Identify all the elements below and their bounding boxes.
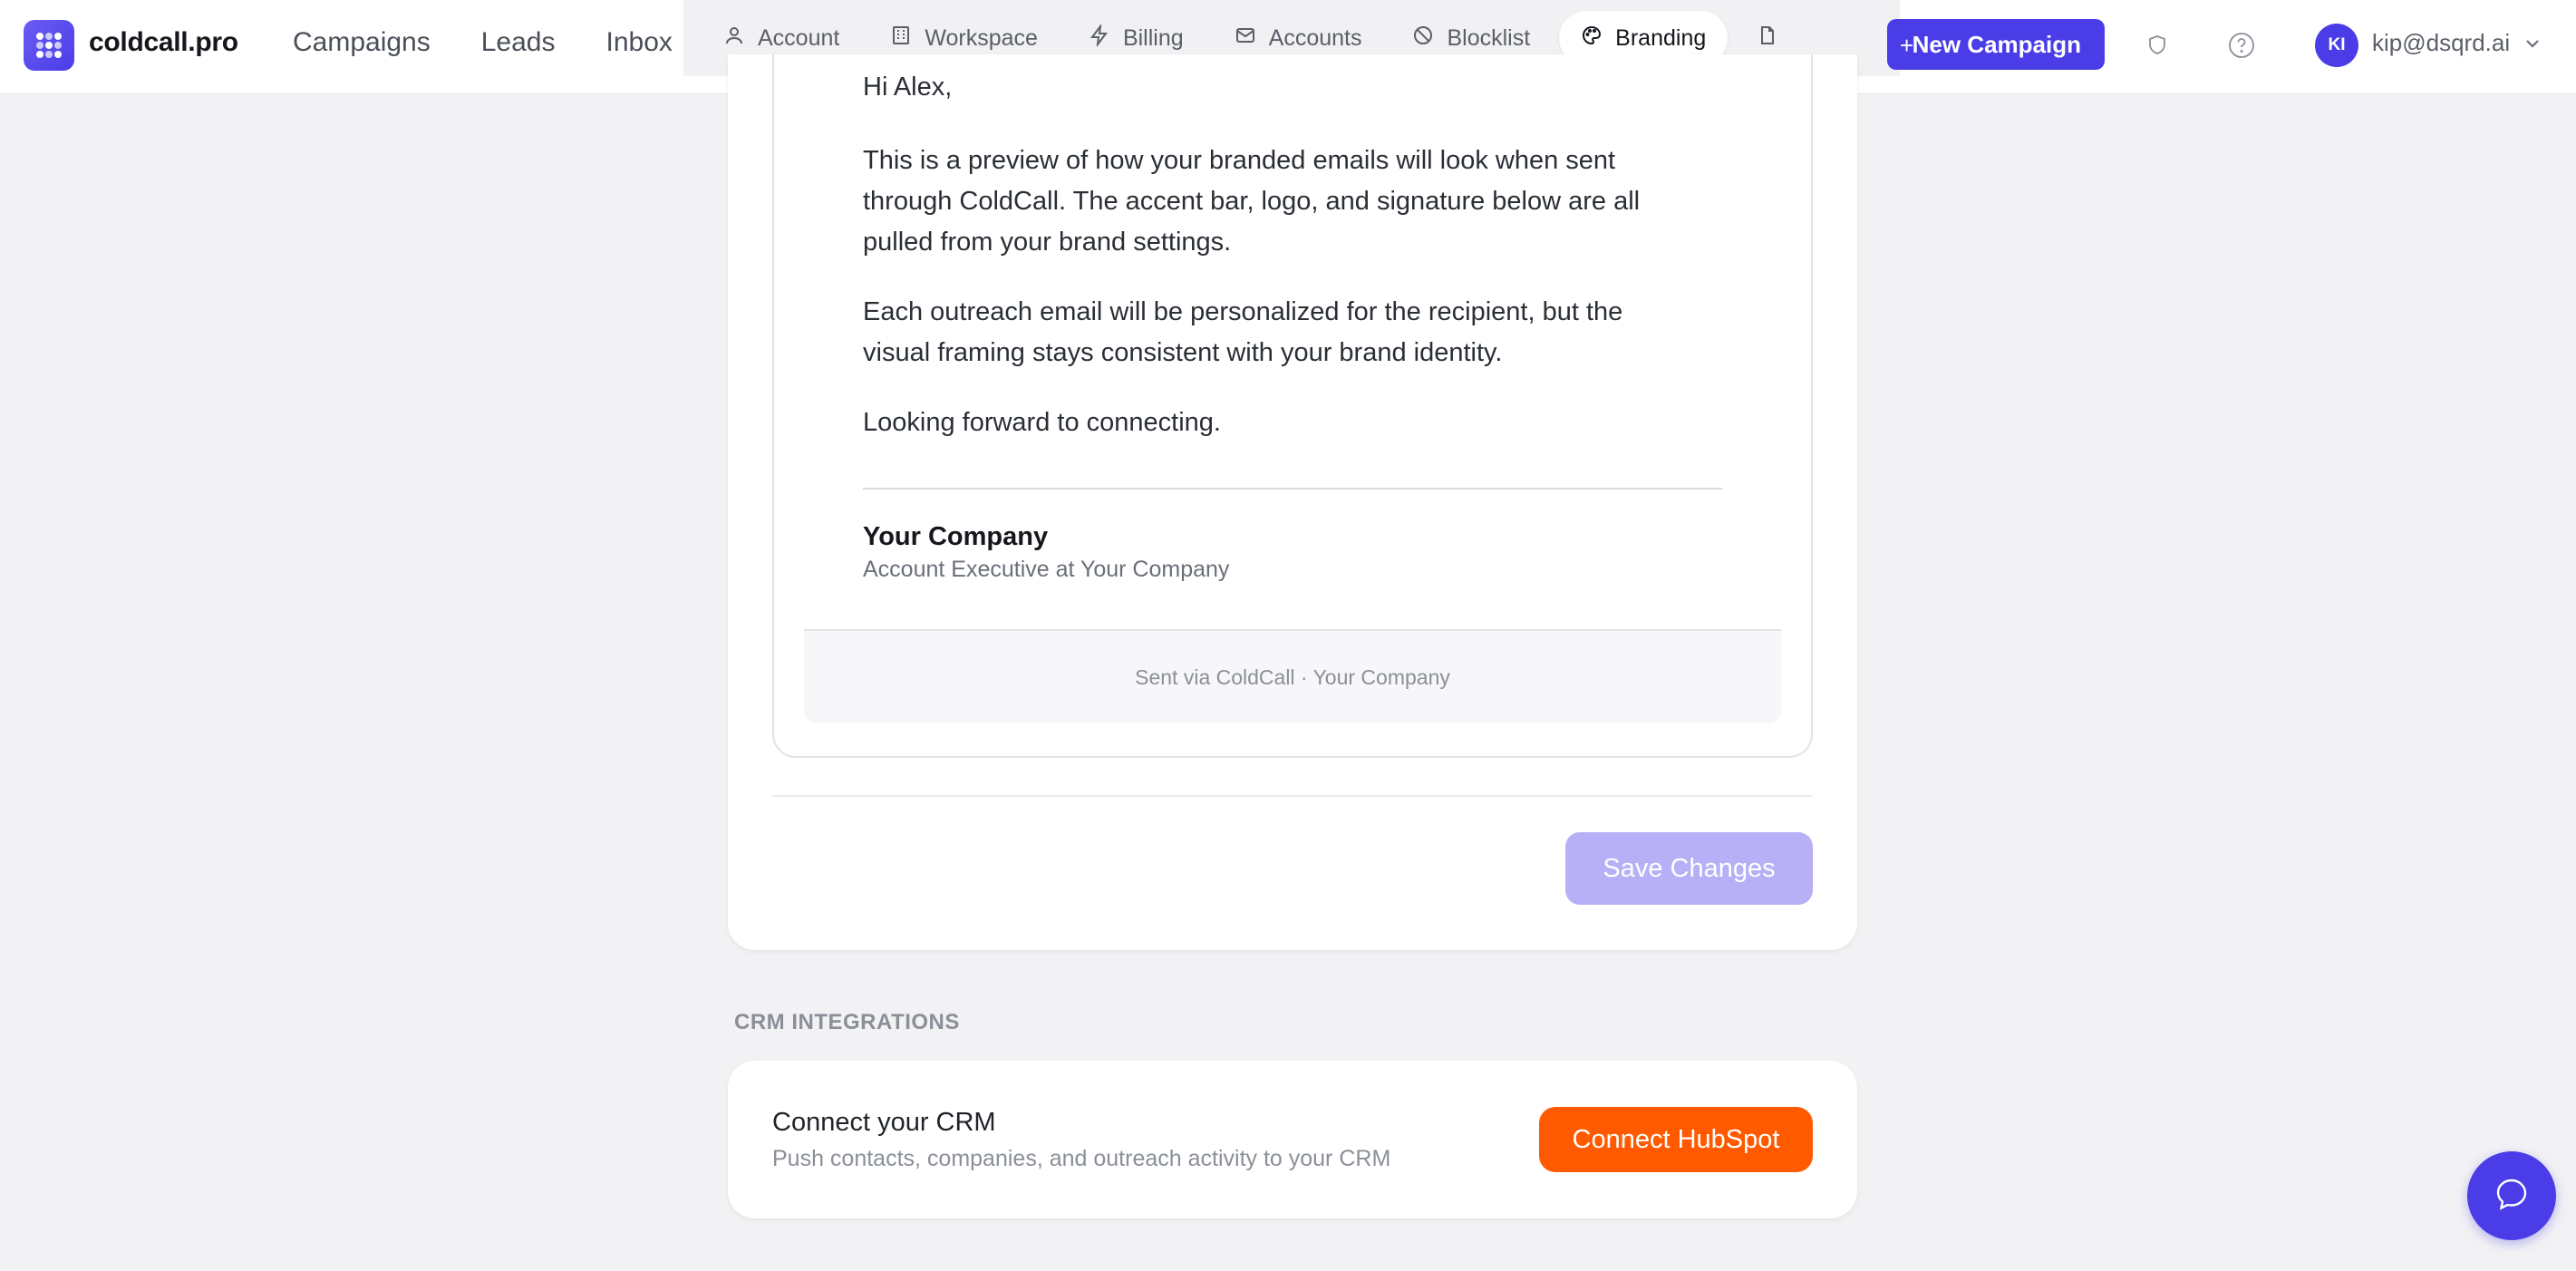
help-icon[interactable]	[2225, 29, 2258, 62]
preview-paragraph: Looking forward to connecting.	[863, 408, 1221, 437]
nav-item-inbox[interactable]: Inbox	[606, 27, 673, 58]
shield-icon[interactable]	[2141, 29, 2174, 62]
crm-description: Push contacts, companies, and outreach a…	[772, 1146, 1391, 1171]
connect-hubspot-button[interactable]: Connect HubSpot	[1539, 1107, 1813, 1172]
tab-label: Account	[758, 24, 840, 51]
tab-label: Branding	[1615, 24, 1707, 51]
plus-icon: +	[1900, 32, 1914, 59]
nav-item-campaigns[interactable]: Campaigns	[293, 27, 431, 58]
new-campaign-label: New Campaign	[1912, 30, 2081, 58]
chat-bubble-icon	[2492, 1174, 2532, 1218]
tab-label: Accounts	[1268, 24, 1362, 51]
preview-footer: Sent via ColdCall · Your Company	[804, 629, 1781, 723]
avatar[interactable]: KI	[2315, 24, 2358, 67]
palette-icon	[1581, 24, 1603, 53]
card-divider	[772, 795, 1813, 797]
grid-dots-logo-icon[interactable]	[24, 20, 74, 71]
chat-launcher-button[interactable]	[2467, 1151, 2556, 1240]
signature-name: Your Company	[863, 522, 1049, 551]
main-nav: Campaigns Leads Inbox	[293, 27, 673, 58]
crm-title: Connect your CRM	[772, 1108, 996, 1137]
brand-name[interactable]: coldcall.pro	[89, 27, 238, 58]
building-icon	[890, 24, 912, 53]
document-icon	[1757, 24, 1778, 53]
user-email[interactable]: kip@dsqrd.ai	[2372, 29, 2510, 57]
chevron-down-icon[interactable]	[2522, 33, 2543, 54]
signature-divider	[863, 488, 1722, 490]
nav-item-leads[interactable]: Leads	[481, 27, 556, 58]
tab-label: Blocklist	[1447, 24, 1531, 51]
crm-section-heading: CRM INTEGRATIONS	[734, 1010, 960, 1034]
signature-title: Account Executive at Your Company	[863, 557, 1230, 582]
preview-paragraph: Each outreach email will be personalized…	[863, 297, 1623, 367]
ban-icon	[1412, 24, 1434, 53]
mail-icon	[1235, 24, 1256, 53]
user-icon	[723, 24, 745, 53]
tab-label: Billing	[1122, 24, 1184, 51]
tab-label: Workspace	[925, 24, 1038, 51]
new-campaign-button[interactable]: + New Campaign	[1887, 19, 2105, 70]
bolt-icon	[1089, 22, 1110, 53]
save-changes-button[interactable]: Save Changes	[1565, 832, 1813, 905]
preview-greeting: Hi Alex,	[863, 73, 953, 102]
preview-paragraph: This is a preview of how your branded em…	[863, 146, 1641, 257]
